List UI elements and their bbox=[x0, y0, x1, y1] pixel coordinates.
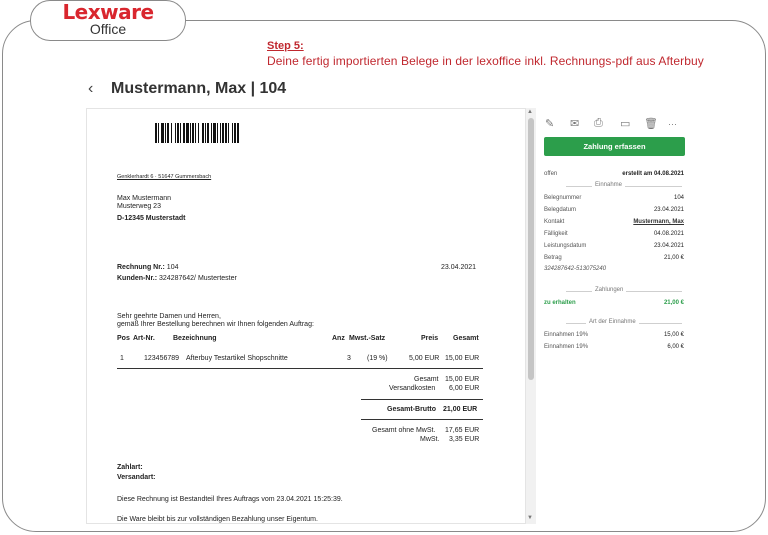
income-type-value-1: 15,00 € bbox=[663, 332, 684, 338]
logo-text-office: Office bbox=[89, 21, 127, 37]
field-label-faelligkeit: Fälligkeit bbox=[544, 231, 568, 237]
sender-line: Genklerhardt 6 · 51647 Gummersbach bbox=[117, 174, 212, 180]
scrollbar-thumb[interactable] bbox=[528, 118, 534, 380]
more-icon[interactable]: ··· bbox=[668, 119, 677, 129]
contact-link[interactable]: Mustermann, Max bbox=[633, 219, 684, 225]
customer-number-label: Kunden-Nr.: bbox=[117, 275, 158, 282]
sum-label: Gesamt bbox=[414, 376, 439, 383]
row-art: 123456789 bbox=[144, 355, 180, 362]
field-label-betrag: Betrag bbox=[544, 255, 562, 261]
section-type-label: Art der Einnahme bbox=[586, 319, 639, 325]
row-desc: Afterbuy Testartikel Shopschnitte bbox=[186, 355, 288, 362]
document-sidebar: ✎ ✉ ⎙ ▭ 🗑 ··· Zahlung erfassen offen ers… bbox=[536, 108, 692, 524]
income-type-label-1: Einnahmen 19% bbox=[544, 332, 589, 338]
shipping-label: Versandkosten bbox=[389, 385, 436, 392]
net-value: 17,65 EUR bbox=[445, 427, 480, 434]
created-date: erstellt am 04.08.2021 bbox=[622, 171, 684, 177]
chevron-left-icon[interactable]: ‹ bbox=[88, 80, 93, 98]
table-divider bbox=[117, 368, 483, 369]
step-title: Step 5: bbox=[267, 40, 304, 52]
to-receive-label: zu erhalten bbox=[544, 300, 576, 306]
col-pos: Pos bbox=[117, 335, 130, 342]
status-label: offen bbox=[544, 171, 558, 177]
col-desc: Bezeichnung bbox=[173, 335, 217, 342]
field-label-kontakt: Kontakt bbox=[544, 219, 565, 225]
field-value-faelligkeit: 04.08.2021 bbox=[653, 231, 684, 237]
invoice-number-value: 104 bbox=[166, 264, 179, 271]
col-price: Preis bbox=[421, 335, 439, 342]
row-qty: 3 bbox=[347, 355, 351, 362]
footer-text-1: Diese Rechnung ist Bestandteil Ihres Auf… bbox=[117, 496, 343, 503]
row-pos: 1 bbox=[120, 355, 124, 362]
footer-text-2: Die Ware bleibt bis zur vollständigen Be… bbox=[117, 516, 318, 523]
row-price: 5,00 EUR bbox=[409, 355, 440, 362]
col-art: Art-Nr. bbox=[133, 335, 155, 342]
pencil-icon[interactable]: ✎ bbox=[545, 117, 554, 130]
gross-divider-bottom bbox=[361, 419, 483, 420]
invoice-number: Rechnung Nr.: 104 bbox=[117, 264, 178, 271]
recipient-street: Musterweg 23 bbox=[117, 203, 161, 210]
recipient-name: Max Mustermann bbox=[117, 195, 172, 202]
field-value-belegdatum: 23.04.2021 bbox=[653, 207, 684, 213]
net-label: Gesamt ohne MwSt. bbox=[372, 427, 436, 434]
field-label-belegnummer: Belegnummer bbox=[544, 195, 582, 201]
payment-method-label: Zahlart: bbox=[117, 464, 143, 471]
field-value-leistungsdatum: 23.04.2021 bbox=[653, 243, 684, 249]
scroll-down-arrow-icon[interactable]: ▼ bbox=[527, 515, 533, 521]
income-type-label-2: Einnahmen 19% bbox=[544, 344, 589, 350]
to-receive-value: 21,00 € bbox=[663, 300, 684, 306]
row-vat: (19 %) bbox=[367, 355, 388, 362]
section-payments-label: Zahlungen bbox=[592, 287, 627, 293]
shipping-value: 6,00 EUR bbox=[449, 385, 480, 392]
section-income-label: Einnahme bbox=[592, 182, 626, 188]
invoice-preview: Genklerhardt 6 · 51647 Gummersbach Max M… bbox=[86, 108, 526, 524]
shipping-method-label: Versandart: bbox=[117, 474, 156, 481]
field-value-belegnummer: 104 bbox=[673, 195, 684, 201]
page-title: Mustermann, Max | 104 bbox=[111, 80, 287, 97]
vat-label: MwSt. bbox=[420, 436, 440, 443]
vat-value: 3,35 EUR bbox=[449, 436, 480, 443]
col-total: Gesamt bbox=[453, 335, 479, 342]
printer-icon[interactable]: ⎙ bbox=[594, 117, 603, 130]
record-payment-button[interactable]: Zahlung erfassen bbox=[544, 137, 685, 156]
invoice-number-label: Rechnung Nr.: bbox=[117, 264, 165, 271]
field-label-belegdatum: Belegdatum bbox=[544, 207, 577, 213]
row-total: 15,00 EUR bbox=[445, 355, 480, 362]
col-qty: Anz bbox=[332, 335, 345, 342]
step-description: Deine fertig importierten Belege in der … bbox=[267, 54, 704, 68]
sum-value: 15,00 EUR bbox=[445, 376, 480, 383]
income-type-value-2: 6,00 € bbox=[667, 344, 684, 350]
lexware-office-logo: Lexware Office bbox=[30, 0, 186, 41]
customer-number: Kunden-Nr.: 324287642/ Mustertester bbox=[117, 275, 237, 282]
reference-number: 324287642-513075240 bbox=[544, 266, 607, 272]
trash-icon[interactable]: 🗑 bbox=[644, 117, 658, 130]
col-vat: Mwst.-Satz bbox=[349, 335, 386, 342]
field-label-leistungsdatum: Leistungsdatum bbox=[544, 243, 587, 249]
gross-label: Gesamt-Brutto bbox=[387, 406, 437, 413]
intro-text: gemäß Ihrer Bestellung berechnen wir Ihn… bbox=[117, 321, 314, 328]
gross-value: 21,00 EUR bbox=[443, 406, 478, 413]
greeting: Sehr geehrte Damen und Herren, bbox=[117, 313, 221, 320]
barcode-image bbox=[155, 123, 239, 143]
mail-icon[interactable]: ✉ bbox=[570, 117, 579, 130]
archive-icon[interactable]: ▭ bbox=[620, 117, 630, 130]
scroll-up-arrow-icon[interactable]: ▲ bbox=[527, 109, 533, 115]
field-value-betrag: 21,00 € bbox=[663, 255, 684, 261]
invoice-date: 23.04.2021 bbox=[441, 264, 477, 271]
customer-number-value: 324287642/ Mustertester bbox=[159, 275, 237, 282]
recipient-city: D-12345 Musterstadt bbox=[117, 215, 186, 222]
gross-divider-top bbox=[361, 399, 483, 400]
logo-text-lexware: Lexware bbox=[62, 0, 154, 24]
